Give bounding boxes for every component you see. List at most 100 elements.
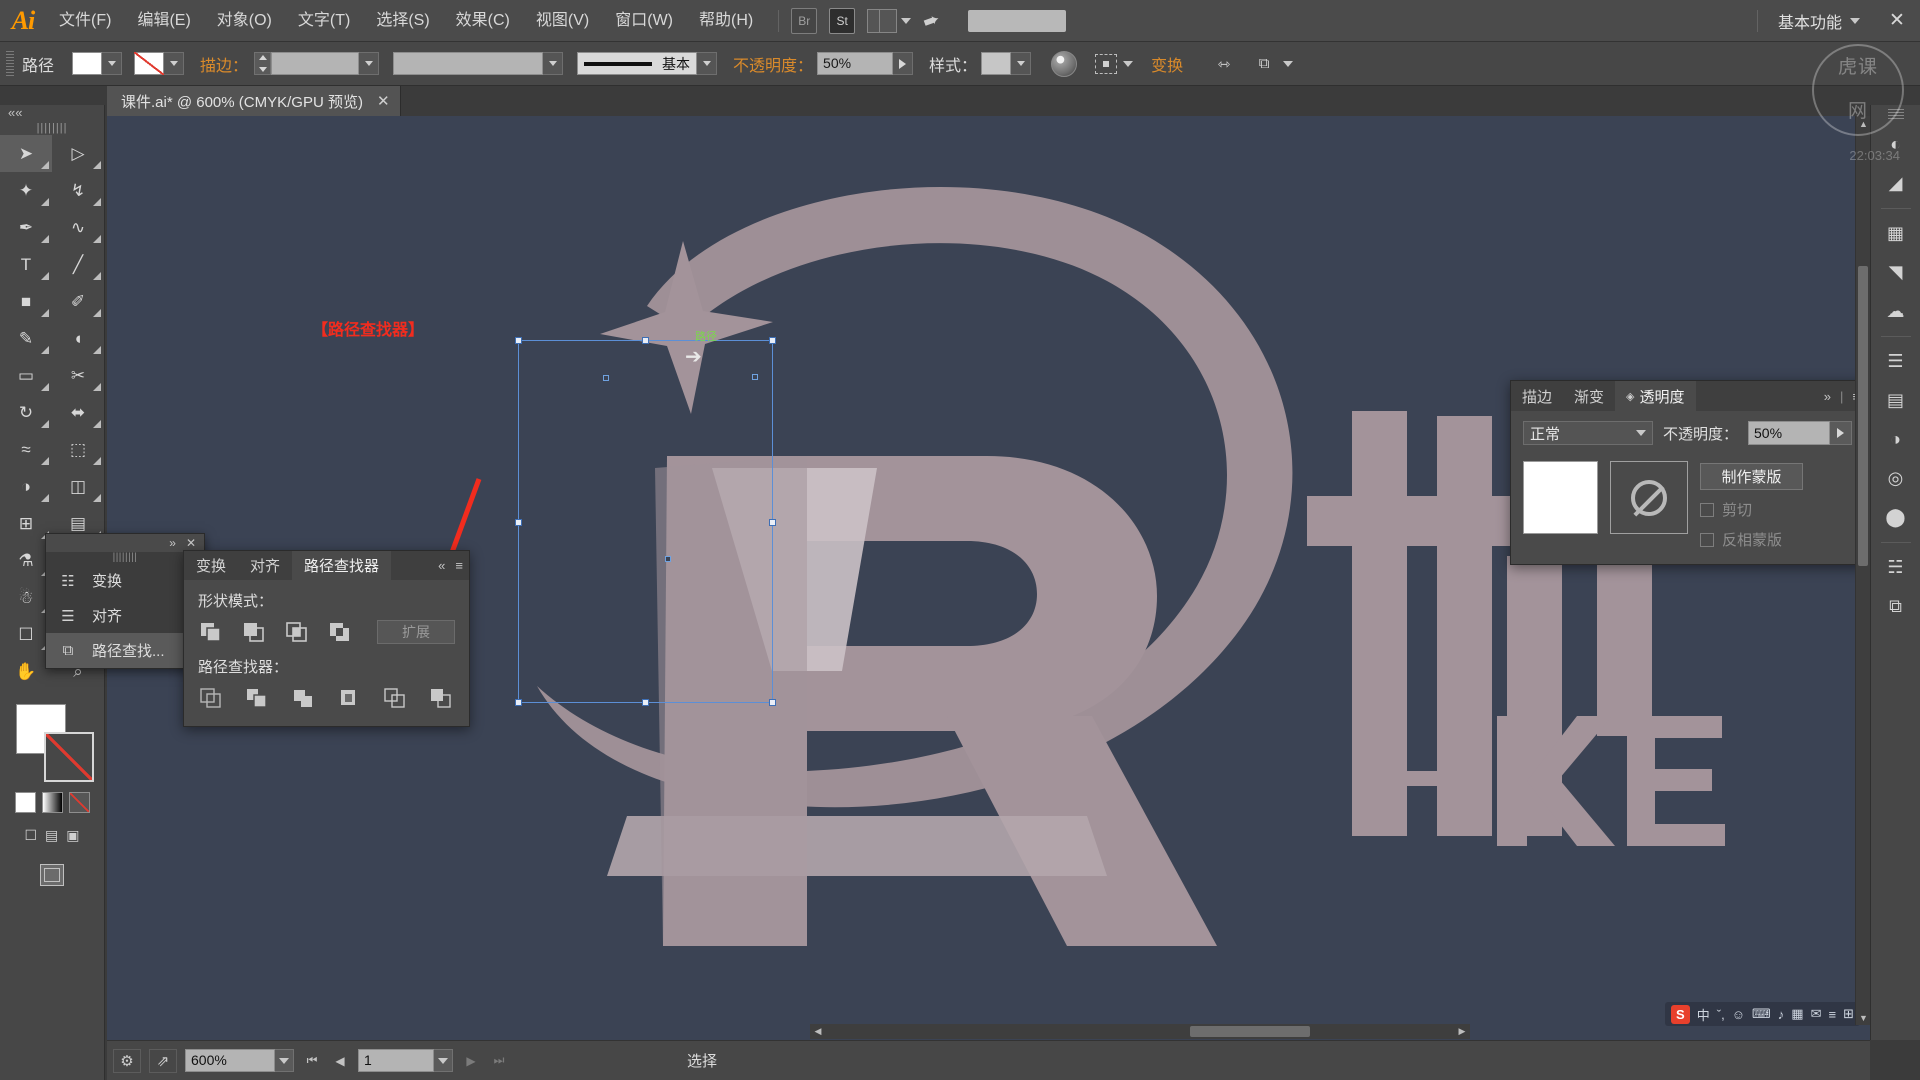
pen-tool[interactable]: ✒ xyxy=(0,209,52,246)
graphic-style-swatch[interactable] xyxy=(981,52,1012,75)
clip-checkbox[interactable] xyxy=(1700,502,1714,517)
opacity-play-icon[interactable] xyxy=(893,52,914,75)
workspace-label[interactable]: 基本功能 xyxy=(1770,9,1850,33)
menu-help[interactable]: 帮助(H) xyxy=(686,0,766,42)
opacity-input[interactable]: 50% xyxy=(817,52,894,75)
next-artboard-button[interactable]: ▶ xyxy=(461,1049,481,1072)
fill-swatch[interactable] xyxy=(72,52,103,75)
right-dock-grip[interactable] xyxy=(1887,109,1904,119)
divide-button[interactable] xyxy=(198,686,224,710)
ctx-pathfinder[interactable]: ⧉ 路径查找... xyxy=(46,633,204,668)
stroke-profile-dropdown[interactable] xyxy=(393,52,544,75)
pathfinder-panel[interactable]: 变换 对齐 路径查找器 « ≡ 形状模式： 扩展 路径查找器： xyxy=(183,550,470,727)
ime-status-tray[interactable]: S 中 ˇ, ☺ ⌨ ♪ ▦ ✉ ≡ ⊞ xyxy=(1664,1002,1860,1026)
magic-wand-tool[interactable]: ✦ xyxy=(0,172,52,209)
bridge-icon[interactable]: Br xyxy=(791,7,818,34)
zoom-chevron-down-icon[interactable] xyxy=(275,1049,294,1072)
isolate-selected-object-icon[interactable]: ⇿ xyxy=(1211,51,1237,77)
tools-panel-collapse-icon[interactable]: «« xyxy=(0,105,104,121)
ime-grid-icon[interactable]: ▦ xyxy=(1791,1006,1803,1022)
invert-mask-checkbox[interactable] xyxy=(1700,532,1714,547)
ime-more-icon[interactable]: ⊞ xyxy=(1843,1006,1854,1022)
none-button[interactable] xyxy=(68,792,90,813)
menu-edit[interactable]: 编辑(E) xyxy=(124,0,203,42)
expand-button[interactable]: 扩展 xyxy=(377,620,455,644)
arrange-chevron-down-icon[interactable] xyxy=(901,17,912,24)
ime-punct-icon[interactable]: ˇ, xyxy=(1717,1007,1725,1022)
invert-mask-checkbox-row[interactable]: 反相蒙版 xyxy=(1700,529,1803,550)
ime-lang-icon[interactable]: 中 xyxy=(1697,1005,1710,1024)
stroke-weight-stepper[interactable] xyxy=(254,52,272,75)
transform-label[interactable]: 变换 xyxy=(1151,52,1183,76)
clip-checkbox-row[interactable]: 剪切 xyxy=(1700,499,1803,520)
line-segment-tool[interactable]: ╱ xyxy=(52,246,104,283)
device-preview-icon[interactable]: ⚙ xyxy=(113,1048,141,1073)
pf-tab-transform[interactable]: 变换 xyxy=(184,551,238,580)
lasso-tool[interactable]: ↯ xyxy=(52,172,104,209)
color-button[interactable] xyxy=(14,792,36,813)
menu-select[interactable]: 选择(S) xyxy=(363,0,442,42)
fill-chevron-down-icon[interactable] xyxy=(102,52,123,75)
draw-behind-icon[interactable]: ▤ xyxy=(45,827,58,844)
arrange-documents-icon[interactable] xyxy=(867,8,898,33)
scissors-tool[interactable]: ✂ xyxy=(52,357,104,394)
stroke-weight-chevron-down-icon[interactable] xyxy=(359,52,380,75)
dock-gradient-icon[interactable]: ▤ xyxy=(1874,381,1918,419)
perspective-grid-tool[interactable]: ◫ xyxy=(52,468,104,505)
tp-tab-transparency[interactable]: ◈ 透明度 xyxy=(1615,381,1696,411)
crop-button[interactable] xyxy=(336,686,362,710)
floating-panel-close-icon[interactable]: ✕ xyxy=(186,536,196,550)
rectangle-tool[interactable]: ■ xyxy=(0,283,52,320)
shape-builder-tool[interactable]: ◑ xyxy=(0,468,52,505)
scroll-left-icon[interactable]: ◀ xyxy=(810,1024,826,1039)
transparency-collapse-icon[interactable]: » xyxy=(1824,389,1831,404)
dock-appearance-icon[interactable]: ◎ xyxy=(1874,459,1918,497)
dock-transparency-icon[interactable]: ◑ xyxy=(1874,420,1918,458)
brush-definition-dropdown[interactable]: 基本 xyxy=(577,52,698,75)
selection-tool[interactable]: ➤ xyxy=(0,135,52,172)
draw-inside-icon[interactable]: ▣ xyxy=(66,827,79,844)
align-to-selection-icon[interactable] xyxy=(1095,53,1118,74)
exclude-button[interactable] xyxy=(327,620,353,644)
menu-file[interactable]: 文件(F) xyxy=(46,0,124,42)
brush-chevron-down-icon[interactable] xyxy=(697,52,718,75)
previous-artboard-button[interactable]: ◀ xyxy=(330,1049,350,1072)
recolor-artwork-icon[interactable] xyxy=(1051,50,1078,77)
document-tab[interactable]: 课件.ai* @ 600% (CMYK/GPU 预览) ✕ xyxy=(107,86,401,116)
ime-menu-icon[interactable]: ≡ xyxy=(1829,1007,1837,1022)
gradient-button[interactable] xyxy=(41,792,63,813)
type-tool[interactable]: T xyxy=(0,246,52,283)
dock-brushes-icon[interactable]: ◥ xyxy=(1874,253,1918,291)
menu-type[interactable]: 文字(T) xyxy=(285,0,363,42)
ctx-transform[interactable]: ☷ 变换 xyxy=(46,563,204,598)
screen-mode-icon[interactable] xyxy=(40,864,64,886)
ime-mail-icon[interactable]: ✉ xyxy=(1811,1006,1822,1022)
fill-control[interactable] xyxy=(72,52,123,75)
scroll-down-icon[interactable]: ▼ xyxy=(1856,1010,1871,1025)
intersect-button[interactable] xyxy=(284,620,310,644)
search-input[interactable] xyxy=(967,9,1066,32)
dock-symbols-icon[interactable]: ☁ xyxy=(1874,292,1918,330)
transparency-opacity-input[interactable]: 50% xyxy=(1748,421,1831,445)
dock-swatches-icon[interactable]: ▦ xyxy=(1874,214,1918,252)
ime-logo-icon[interactable]: S xyxy=(1670,1004,1690,1024)
stroke-weight-input[interactable] xyxy=(271,52,360,75)
scroll-up-icon[interactable]: ▲ xyxy=(1856,116,1871,131)
pf-tab-align[interactable]: 对齐 xyxy=(238,551,292,580)
vertical-scroll-thumb[interactable] xyxy=(1858,266,1868,566)
width-tool[interactable]: ≈ xyxy=(0,431,52,468)
pathfinder-panel-menu-icon[interactable]: ≡ xyxy=(455,558,463,573)
make-mask-button[interactable]: 制作蒙版 xyxy=(1700,463,1803,490)
ime-keyboard-icon[interactable]: ⌨ xyxy=(1752,1006,1771,1022)
dock-stroke-icon[interactable]: ☰ xyxy=(1874,342,1918,380)
dock-layers-icon[interactable]: ☵ xyxy=(1874,548,1918,586)
direct-selection-tool[interactable]: ▷ xyxy=(52,135,104,172)
shaper-tool[interactable]: ✎ xyxy=(0,320,52,357)
artboard-number-input[interactable]: 1 xyxy=(358,1049,434,1072)
workspace-chevron-down-icon[interactable] xyxy=(1850,17,1860,24)
scale-tool[interactable]: ⬌ xyxy=(52,394,104,431)
dock-artboards-icon[interactable]: ⧉ xyxy=(1874,587,1918,625)
curvature-tool[interactable]: ∿ xyxy=(52,209,104,246)
artboard-chevron-down-icon[interactable] xyxy=(434,1049,453,1072)
transparency-opacity-play-icon[interactable] xyxy=(1830,421,1853,445)
